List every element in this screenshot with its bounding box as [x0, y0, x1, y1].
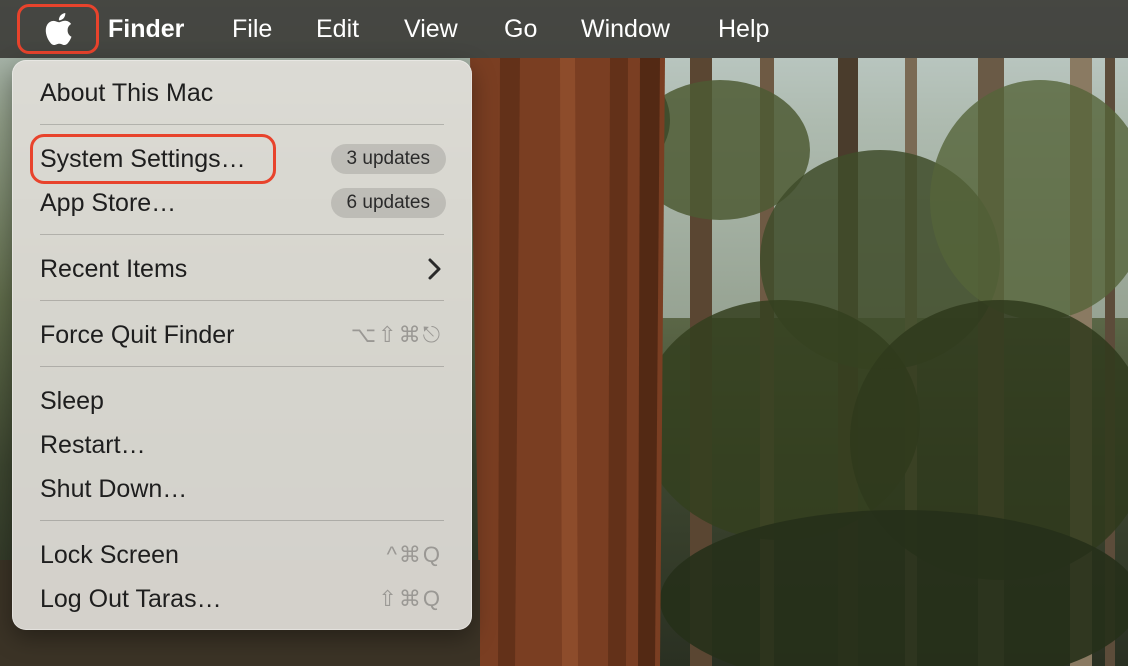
menu-separator	[40, 234, 444, 235]
menu-item-force-quit[interactable]: Force Quit Finder	[40, 315, 235, 355]
menu-file[interactable]: File	[232, 0, 272, 58]
menu-item-recent-items[interactable]: Recent Items	[40, 249, 187, 289]
desktop-screen: Finder File Edit View Go Window Help Abo…	[0, 0, 1128, 666]
menu-item-app-store[interactable]: App Store…	[40, 183, 176, 223]
lock-screen-shortcut: ^⌘Q	[386, 542, 442, 567]
menu-item-shut-down[interactable]: Shut Down…	[40, 469, 187, 509]
force-quit-shortcut: ⌥⇧⌘⎋	[350, 322, 442, 347]
menu-edit[interactable]: Edit	[316, 0, 359, 58]
menu-help[interactable]: Help	[718, 0, 769, 58]
menu-separator	[40, 520, 444, 521]
menu-item-about-this-mac[interactable]: About This Mac	[40, 73, 213, 113]
system-settings-highlight-annotation	[30, 134, 276, 184]
menu-go[interactable]: Go	[504, 0, 537, 58]
menu-separator	[40, 300, 444, 301]
menu-item-sleep[interactable]: Sleep	[40, 381, 104, 421]
menu-view[interactable]: View	[404, 0, 458, 58]
apple-logo-icon	[45, 13, 72, 46]
chevron-right-icon	[428, 258, 441, 280]
system-settings-updates-badge: 3 updates	[330, 144, 446, 174]
menu-finder[interactable]: Finder	[108, 0, 184, 58]
menu-item-lock-screen[interactable]: Lock Screen	[40, 535, 179, 575]
apple-menu-button[interactable]	[17, 4, 99, 54]
menu-separator	[40, 124, 444, 125]
app-store-updates-badge: 6 updates	[330, 188, 446, 218]
menu-item-restart[interactable]: Restart…	[40, 425, 146, 465]
menu-separator	[40, 366, 444, 367]
log-out-shortcut: ⇧⌘Q	[378, 586, 442, 611]
apple-menu-dropdown: About This Mac System Settings… 3 update…	[12, 60, 472, 630]
menu-window[interactable]: Window	[581, 0, 670, 58]
menu-bar: Finder File Edit View Go Window Help	[0, 0, 1128, 58]
menu-item-log-out[interactable]: Log Out Taras…	[40, 579, 222, 619]
